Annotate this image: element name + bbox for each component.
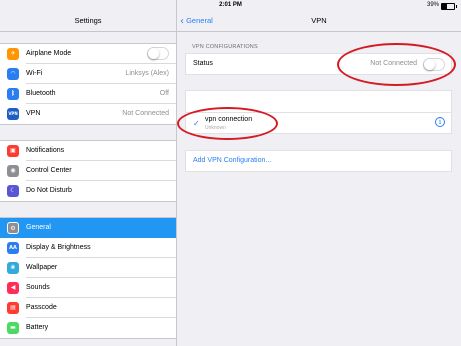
settings-group-general: ⚙ General AA Display & Brightness ❀ Wallpaper…: [0, 217, 176, 339]
sidebar-item-value: Off: [159, 90, 169, 97]
airplane-icon: ✈: [7, 48, 19, 60]
sidebar-item-airplane[interactable]: ✈ Airplane Mode: [0, 44, 176, 64]
vpn-status-row: Status Not Connected: [185, 53, 452, 75]
sidebar-item-label: Bluetooth: [26, 90, 56, 97]
sidebar-item-notifications[interactable]: ▣ Notifications: [0, 141, 176, 161]
moon-icon: ☾: [7, 185, 19, 197]
add-vpn-configuration-link[interactable]: Add VPN Configuration...: [193, 157, 271, 164]
vpn-detail-pane: ‹ General VPN VPN CONFIGURATIONS Status …: [177, 0, 461, 346]
vpn-connection-name: vpn connection: [205, 116, 253, 123]
sidebar-item-label: Wallpaper: [26, 264, 58, 271]
sidebar-item-wallpaper[interactable]: ❀ Wallpaper: [0, 258, 176, 278]
sidebar-item-label: Airplane Mode: [26, 50, 72, 57]
settings-sidebar: Settings ✈ Airplane Mode ◠ Wi-Fi Linksys (Al…: [0, 0, 177, 346]
sidebar-item-label: Display & Brightness: [26, 244, 91, 251]
sidebar-item-general[interactable]: ⚙ General: [0, 218, 176, 238]
add-vpn-row[interactable]: Add VPN Configuration...: [185, 150, 452, 172]
sidebar-item-passcode[interactable]: ▤ Passcode: [0, 298, 176, 318]
vpn-connection-status: Unknown: [205, 125, 226, 131]
battery-icon: ▬: [7, 322, 19, 334]
nav-divider: [177, 31, 461, 32]
sidebar-item-bluetooth[interactable]: ᛒ Bluetooth Off: [0, 84, 176, 104]
wallpaper-icon: ❀: [7, 262, 19, 274]
sidebar-item-vpn[interactable]: VPN VPN Not Connected: [0, 104, 176, 124]
vpn-config-row[interactable]: ✓ vpn connection Unknown i: [185, 112, 452, 134]
sidebar-item-do-not-disturb[interactable]: ☾ Do Not Disturb: [0, 181, 176, 201]
airplane-mode-toggle[interactable]: [147, 47, 169, 60]
vpn-status-toggle[interactable]: [423, 58, 445, 71]
settings-title: Settings: [74, 16, 102, 25]
display-brightness-icon: AA: [7, 242, 19, 254]
sidebar-item-control-center[interactable]: ◉ Control Center: [0, 161, 176, 181]
sidebar-item-label: Passcode: [26, 304, 57, 311]
status-label: Status: [193, 60, 213, 67]
lock-icon: ▤: [7, 302, 19, 314]
sidebar-item-label: VPN: [26, 110, 41, 117]
navigation-bar: ‹ General VPN: [177, 11, 461, 31]
sidebar-item-label: General: [26, 224, 51, 231]
nav-divider: [0, 31, 176, 32]
sidebar-item-wifi[interactable]: ◠ Wi-Fi Linksys (Alex): [0, 64, 176, 84]
notifications-icon: ▣: [7, 145, 19, 157]
sidebar-item-battery[interactable]: ▬ Battery: [0, 318, 176, 338]
sidebar-item-label: Battery: [26, 324, 49, 331]
sidebar-item-value: Linksys (Alex): [125, 70, 169, 77]
sidebar-item-sounds[interactable]: ◀ Sounds: [0, 278, 176, 298]
checkmark-icon: ✓: [193, 119, 200, 128]
info-icon[interactable]: i: [435, 117, 445, 127]
settings-group-notifications: ▣ Notifications ◉ Control Center ☾ Do Not Dis…: [0, 140, 176, 202]
sidebar-item-label: Notifications: [26, 147, 65, 154]
vpn-blank-row: [185, 90, 452, 112]
bluetooth-icon: ᛒ: [7, 88, 19, 100]
page-title: VPN: [311, 16, 327, 25]
vpn-icon: VPN: [7, 108, 19, 120]
sidebar-item-display[interactable]: AA Display & Brightness: [0, 238, 176, 258]
status-value: Not Connected: [370, 60, 417, 67]
control-center-icon: ◉: [7, 165, 19, 177]
section-header: VPN CONFIGURATIONS: [192, 44, 258, 50]
speaker-icon: ◀: [7, 282, 19, 294]
wifi-icon: ◠: [7, 68, 19, 80]
settings-group-connectivity: ✈ Airplane Mode ◠ Wi-Fi Linksys (Alex) ᛒ Bluet…: [0, 43, 176, 125]
sidebar-item-label: Control Center: [26, 167, 72, 174]
gear-icon: ⚙: [7, 222, 19, 234]
sidebar-item-label: Wi-Fi: [26, 70, 43, 77]
sidebar-item-value: Not Connected: [122, 110, 169, 117]
sidebar-item-label: Do Not Disturb: [26, 187, 72, 194]
sidebar-item-label: Sounds: [26, 284, 50, 291]
